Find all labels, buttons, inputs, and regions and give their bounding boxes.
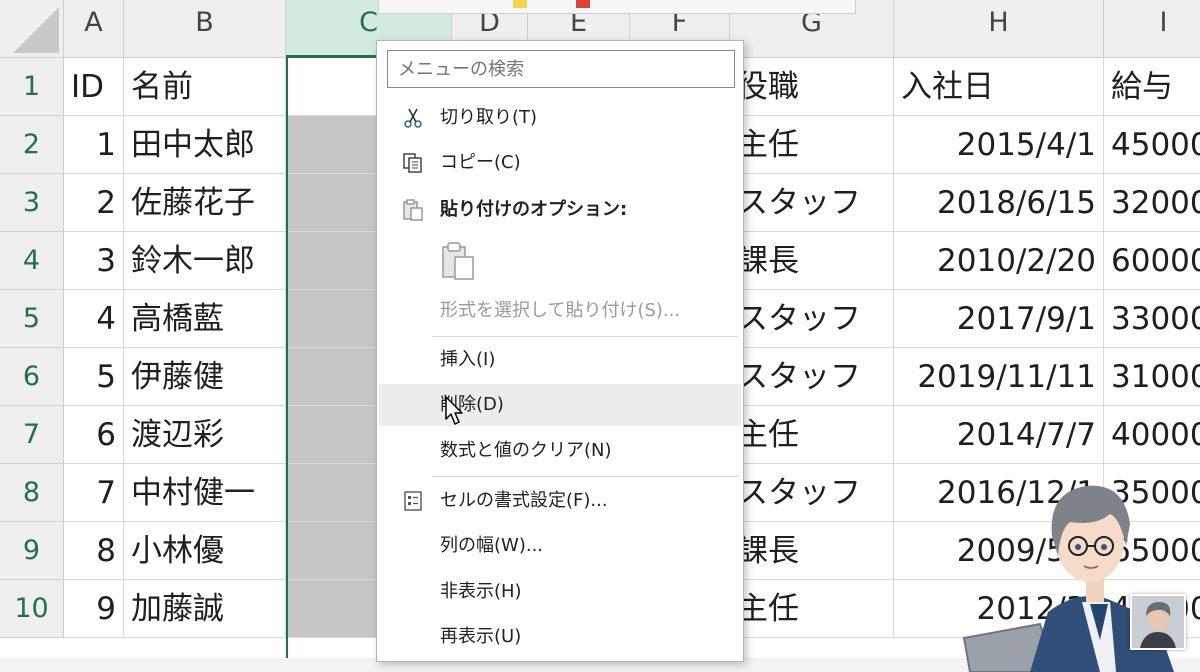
menu-item-copy[interactable]: コピー(C) bbox=[379, 142, 741, 184]
cell-salary[interactable]: 31000 bbox=[1104, 348, 1200, 406]
cell-role[interactable]: スタッフ bbox=[730, 174, 894, 232]
menu-item-column-width[interactable]: 列の幅(W)... bbox=[379, 525, 741, 567]
column-header-i[interactable]: I bbox=[1104, 0, 1200, 58]
cell-date[interactable]: 2017/9/1 bbox=[894, 290, 1104, 348]
cell-id[interactable]: 7 bbox=[64, 464, 124, 522]
cell-id[interactable]: 9 bbox=[64, 580, 124, 638]
cell-id[interactable]: 1 bbox=[64, 116, 124, 174]
menu-item-label: 数式と値のクリア(N) bbox=[440, 440, 612, 461]
cell-name[interactable]: 中村健一 bbox=[124, 464, 286, 522]
cell-salary[interactable]: 32000 bbox=[1104, 174, 1200, 232]
cell-id[interactable]: 3 bbox=[64, 232, 124, 290]
cell-date[interactable]: 2018/6/15 bbox=[894, 174, 1104, 232]
cell-salary[interactable]: 40000 bbox=[1104, 406, 1200, 464]
cell-name[interactable]: 田中太郎 bbox=[124, 116, 286, 174]
menu-item-format-cells[interactable]: セルの書式設定(F)... bbox=[379, 480, 741, 522]
row-header-9[interactable]: 9 bbox=[0, 522, 64, 580]
cell-date[interactable]: 2014/7/7 bbox=[894, 406, 1104, 464]
cell-header-salary[interactable]: 給与 bbox=[1104, 58, 1200, 116]
cell-name[interactable]: 渡辺彩 bbox=[124, 406, 286, 464]
row-header-3[interactable]: 3 bbox=[0, 174, 64, 232]
cell-role[interactable]: 課長 bbox=[730, 232, 894, 290]
column-header-a[interactable]: A bbox=[64, 0, 124, 58]
menu-separator bbox=[432, 336, 738, 337]
row-header-1[interactable]: 1 bbox=[0, 58, 64, 116]
paste-options-icon bbox=[403, 199, 423, 221]
cell-header-id[interactable]: ID bbox=[64, 58, 124, 116]
menu-item-clear-contents[interactable]: 数式と値のクリア(N) bbox=[379, 430, 741, 472]
scissors-icon bbox=[404, 108, 422, 128]
row-header-8[interactable]: 8 bbox=[0, 464, 64, 522]
menu-item-label: 非表示(H) bbox=[440, 581, 522, 602]
column-header-h[interactable]: H bbox=[894, 0, 1104, 58]
cell-id[interactable]: 8 bbox=[64, 522, 124, 580]
mouse-cursor-icon bbox=[445, 396, 463, 425]
cell-id[interactable]: 2 bbox=[64, 174, 124, 232]
cell-name[interactable]: 鈴木一郎 bbox=[124, 232, 286, 290]
menu-item-label: 切り取り(T) bbox=[440, 107, 538, 128]
menu-item-insert[interactable]: 挿入(I) bbox=[379, 339, 741, 381]
ribbon-fragment bbox=[378, 0, 856, 14]
row-header-2[interactable]: 2 bbox=[0, 116, 64, 174]
menu-item-unhide[interactable]: 再表示(U) bbox=[379, 616, 741, 658]
cell-date[interactable]: 2010/2/20 bbox=[894, 232, 1104, 290]
menu-item-hide[interactable]: 非表示(H) bbox=[379, 571, 741, 613]
cell-id[interactable]: 5 bbox=[64, 348, 124, 406]
cell-salary[interactable]: 33000 bbox=[1104, 290, 1200, 348]
menu-item-paste-special: 形式を選択して貼り付け(S)... bbox=[379, 290, 741, 332]
menu-item-delete[interactable]: 削除(D) bbox=[379, 384, 741, 426]
row-header-10[interactable]: 10 bbox=[0, 580, 64, 638]
cell-salary[interactable]: 45000 bbox=[1104, 116, 1200, 174]
row-header-5[interactable]: 5 bbox=[0, 290, 64, 348]
select-all-corner[interactable] bbox=[0, 0, 64, 58]
cell-id[interactable]: 4 bbox=[64, 290, 124, 348]
cell-id[interactable]: 6 bbox=[64, 406, 124, 464]
menu-item-cut[interactable]: 切り取り(T) bbox=[379, 97, 741, 139]
cell-role[interactable]: 主任 bbox=[730, 116, 894, 174]
menu-item-label: 挿入(I) bbox=[440, 349, 496, 370]
paste-icon[interactable] bbox=[441, 241, 477, 281]
cell-role[interactable]: 主任 bbox=[730, 406, 894, 464]
cell-role[interactable]: スタッフ bbox=[730, 348, 894, 406]
font-color-swatch bbox=[576, 0, 590, 8]
fill-color-swatch bbox=[513, 0, 527, 8]
menu-separator bbox=[432, 476, 738, 477]
menu-item-label: セルの書式設定(F)... bbox=[440, 490, 608, 511]
row-header-6[interactable]: 6 bbox=[0, 348, 64, 406]
context-menu: 切り取り(T) コピー(C) 貼り付けのオプション: 形式を選択して貼り付け(S… bbox=[376, 40, 744, 662]
cell-name[interactable]: 高橋藍 bbox=[124, 290, 286, 348]
menu-header-paste-options: 貼り付けのオプション: bbox=[379, 189, 741, 231]
cell-date[interactable]: 2019/11/11 bbox=[894, 348, 1104, 406]
menu-item-label: 貼り付けのオプション: bbox=[440, 199, 628, 220]
cell-date[interactable]: 2015/4/1 bbox=[894, 116, 1104, 174]
cell-role[interactable]: 主任 bbox=[730, 580, 894, 638]
format-cells-icon bbox=[404, 491, 422, 511]
column-header-b[interactable]: B bbox=[124, 0, 286, 58]
webcam-thumbnail bbox=[1130, 594, 1186, 650]
row-header-4[interactable]: 4 bbox=[0, 232, 64, 290]
presenter-thumbnail-icon bbox=[1132, 596, 1184, 648]
cell-salary[interactable]: 60000 bbox=[1104, 232, 1200, 290]
menu-item-label: 再表示(U) bbox=[440, 626, 522, 647]
cell-header-role[interactable]: 役職 bbox=[730, 58, 894, 116]
menu-search-input[interactable] bbox=[387, 50, 735, 88]
cell-name[interactable]: 伊藤健 bbox=[124, 348, 286, 406]
cell-name[interactable]: 加藤誠 bbox=[124, 580, 286, 638]
row-header-7[interactable]: 7 bbox=[0, 406, 64, 464]
copy-icon bbox=[403, 153, 422, 173]
menu-item-label: 形式を選択して貼り付け(S)... bbox=[440, 300, 681, 321]
cell-header-date[interactable]: 入社日 bbox=[894, 58, 1104, 116]
cell-header-name[interactable]: 名前 bbox=[124, 58, 286, 116]
cell-role[interactable]: スタッフ bbox=[730, 464, 894, 522]
menu-item-label: 列の幅(W)... bbox=[440, 535, 544, 556]
cell-role[interactable]: 課長 bbox=[730, 522, 894, 580]
cell-name[interactable]: 小林優 bbox=[124, 522, 286, 580]
cell-role[interactable]: スタッフ bbox=[730, 290, 894, 348]
menu-item-label: コピー(C) bbox=[440, 152, 521, 173]
cell-name[interactable]: 佐藤花子 bbox=[124, 174, 286, 232]
